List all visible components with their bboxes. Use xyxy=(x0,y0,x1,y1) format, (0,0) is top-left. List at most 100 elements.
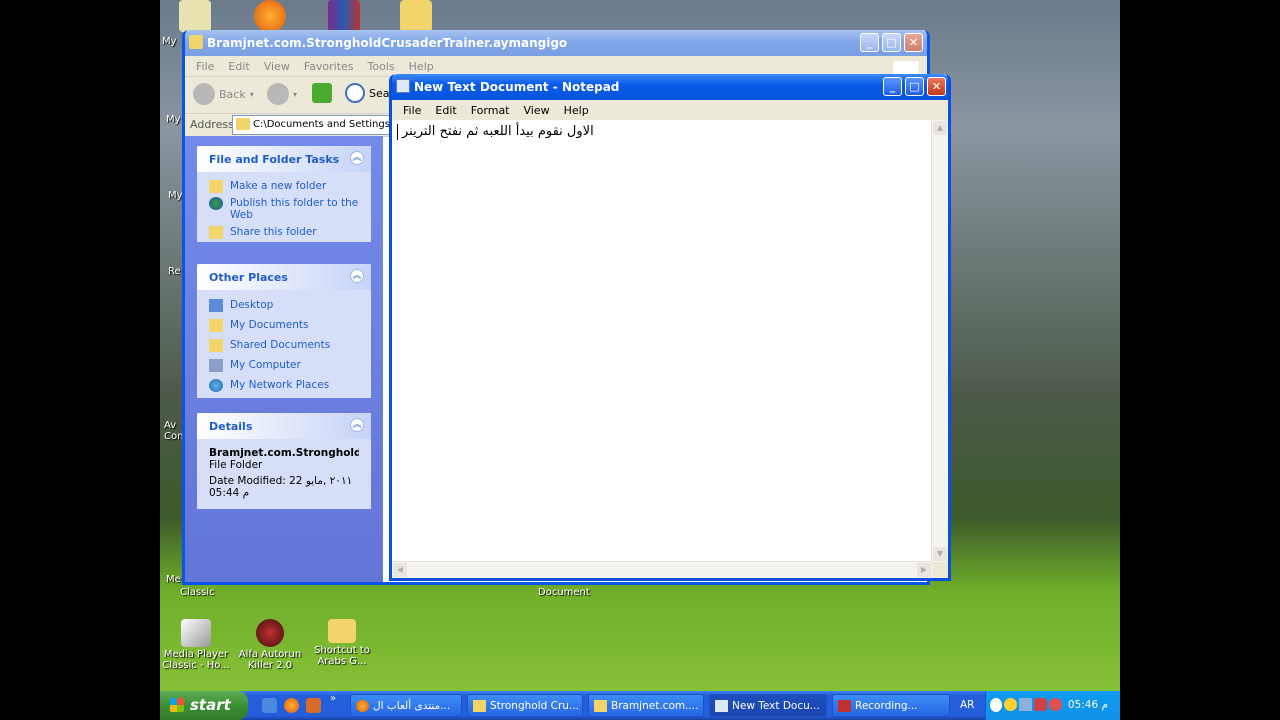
menu-file[interactable]: File xyxy=(396,104,428,117)
address-label: Address xyxy=(190,118,234,131)
window-title: Bramjnet.com.StrongholdCrusaderTrainer.a… xyxy=(207,36,568,50)
start-button[interactable]: start xyxy=(160,691,248,720)
panel-header[interactable]: Other Places ︽ xyxy=(197,264,371,290)
network-icon xyxy=(209,379,223,392)
task-share-folder[interactable]: Share this folder xyxy=(197,223,371,240)
task-label: Recording... xyxy=(855,700,918,712)
desktop-icon-winrar[interactable] xyxy=(308,0,380,34)
maximize-button[interactable]: □ xyxy=(905,77,924,96)
notepad-icon xyxy=(396,79,410,93)
taskbar-item[interactable]: Recording... xyxy=(832,694,950,717)
explorer-titlebar[interactable]: Bramjnet.com.StrongholdCrusaderTrainer.a… xyxy=(185,30,927,56)
close-button[interactable]: ✕ xyxy=(927,77,946,96)
details-modified-time: 05:44 م xyxy=(209,487,250,499)
firefox-icon[interactable] xyxy=(284,698,299,713)
folder-shortcut-icon xyxy=(328,619,356,643)
vertical-scrollbar[interactable]: ▲ ▼ xyxy=(931,120,948,562)
menu-edit[interactable]: Edit xyxy=(221,60,256,73)
task-make-folder[interactable]: Make a new folder xyxy=(197,177,371,194)
panel-header[interactable]: Details ︽ xyxy=(197,413,371,439)
taskbar-item[interactable]: New Text Docu... xyxy=(709,694,827,717)
collapse-icon[interactable]: ︽ xyxy=(350,151,364,165)
task-label: New Text Docu... xyxy=(732,700,820,712)
desktop-label-edge: Re xyxy=(168,266,181,277)
folder-icon xyxy=(473,700,486,712)
place-desktop[interactable]: Desktop xyxy=(197,296,371,316)
place-my-computer[interactable]: My Computer xyxy=(197,356,371,376)
scroll-right-button[interactable]: ▶ xyxy=(917,563,931,577)
security-icon[interactable] xyxy=(1049,698,1062,711)
horizontal-scrollbar[interactable]: ◀ ▶ xyxy=(392,561,932,578)
desktop-icon-arabs-shortcut[interactable]: Shortcut to Arabs G... xyxy=(306,619,378,667)
media-player-icon xyxy=(181,619,211,647)
close-button[interactable]: ✕ xyxy=(904,33,923,52)
details-type: File Folder xyxy=(209,459,263,471)
task-publish-web[interactable]: Publish this folder to the Web xyxy=(197,194,371,223)
quicklaunch-chevron[interactable]: » xyxy=(330,693,336,704)
menu-format[interactable]: Format xyxy=(464,104,517,117)
forward-button[interactable]: ▾ xyxy=(267,83,297,105)
folder-icon xyxy=(179,0,211,32)
menu-edit[interactable]: Edit xyxy=(428,104,463,117)
taskbar-item[interactable]: منتدى ألعاب ال... xyxy=(350,694,462,717)
collapse-icon[interactable]: ︽ xyxy=(350,418,364,432)
notepad-titlebar[interactable]: New Text Document - Notepad _ □ ✕ xyxy=(392,74,948,100)
menu-tools[interactable]: Tools xyxy=(361,60,402,73)
scroll-up-button[interactable]: ▲ xyxy=(933,121,947,135)
search-button[interactable]: Sear xyxy=(345,83,394,103)
desktop-icon-folder[interactable] xyxy=(380,0,452,34)
desktop-icon-media-player[interactable]: Media Player Classic - Ho... xyxy=(160,619,232,671)
antivirus-icon[interactable] xyxy=(1034,698,1047,711)
notepad-window[interactable]: New Text Document - Notepad _ □ ✕ File E… xyxy=(389,74,951,581)
desktop-label-edge: Me xyxy=(166,574,181,585)
panel-header[interactable]: File and Folder Tasks ︽ xyxy=(197,146,371,172)
desktop-icon-autorun-killer[interactable]: Alfa Autorun Killer 2.0 xyxy=(234,619,306,671)
maximize-button[interactable]: □ xyxy=(882,33,901,52)
task-label: Publish this folder to the Web xyxy=(230,197,359,221)
window-title: New Text Document - Notepad xyxy=(414,80,620,94)
menu-view[interactable]: View xyxy=(257,60,297,73)
place-label: Shared Documents xyxy=(230,339,331,351)
forward-arrow-icon xyxy=(267,83,289,105)
clock[interactable]: 05:46 م xyxy=(1068,699,1108,711)
taskbar-item[interactable]: Bramjnet.com.... xyxy=(588,694,704,717)
scroll-down-button[interactable]: ▼ xyxy=(933,547,947,561)
menu-file[interactable]: File xyxy=(189,60,221,73)
desktop-icon-my-documents[interactable] xyxy=(160,0,230,34)
menu-help[interactable]: Help xyxy=(557,104,596,117)
resize-grip[interactable] xyxy=(932,562,948,578)
back-button[interactable]: Back ▾ xyxy=(193,83,254,105)
taskbar-item[interactable]: Stronghold Cru... xyxy=(467,694,583,717)
folder-icon xyxy=(236,118,250,130)
new-folder-icon xyxy=(209,180,223,193)
share-folder-icon xyxy=(209,226,223,239)
task-label: منتدى ألعاب ال... xyxy=(373,700,451,712)
place-shared-documents[interactable]: Shared Documents xyxy=(197,336,371,356)
minimize-button[interactable]: _ xyxy=(860,33,879,52)
place-my-documents[interactable]: My Documents xyxy=(197,316,371,336)
place-label: My Computer xyxy=(230,359,301,371)
notepad-text-area[interactable]: الاول نقوم بيدأ اللعبه ثم نفتح الترينر xyxy=(392,120,932,562)
up-folder-button[interactable] xyxy=(312,83,332,103)
language-indicator[interactable]: AR xyxy=(960,699,974,711)
quicklaunch-icon[interactable] xyxy=(306,698,321,713)
place-label: My Network Places xyxy=(230,379,330,391)
collapse-icon[interactable]: ︽ xyxy=(350,269,364,283)
minimize-button[interactable]: _ xyxy=(883,77,902,96)
place-label: My Documents xyxy=(230,319,309,331)
scroll-left-button[interactable]: ◀ xyxy=(393,563,407,577)
desktop: My My My Re Av Con Me Classic Document M… xyxy=(160,0,1120,720)
desktop-icon-firefox[interactable] xyxy=(234,0,306,34)
details-modified: Date Modified: 22 ٢٠١١ ,مايو xyxy=(209,475,353,487)
desktop-icon-label: Shortcut to Arabs G... xyxy=(314,645,370,667)
network-tray-icon[interactable] xyxy=(1019,698,1032,711)
ie-icon[interactable] xyxy=(262,698,277,713)
smiley-icon[interactable] xyxy=(1004,698,1017,711)
taskbar: start » منتدى ألعاب ال... Stronghold Cru… xyxy=(160,691,1120,720)
menu-view[interactable]: View xyxy=(517,104,557,117)
place-network[interactable]: My Network Places xyxy=(197,376,371,393)
details-content: Bramjnet.com.StrongholdCr File Folder Da… xyxy=(197,439,371,507)
tray-expand-icon[interactable] xyxy=(990,698,1002,712)
menu-favorites[interactable]: Favorites xyxy=(297,60,361,73)
menu-help[interactable]: Help xyxy=(402,60,441,73)
